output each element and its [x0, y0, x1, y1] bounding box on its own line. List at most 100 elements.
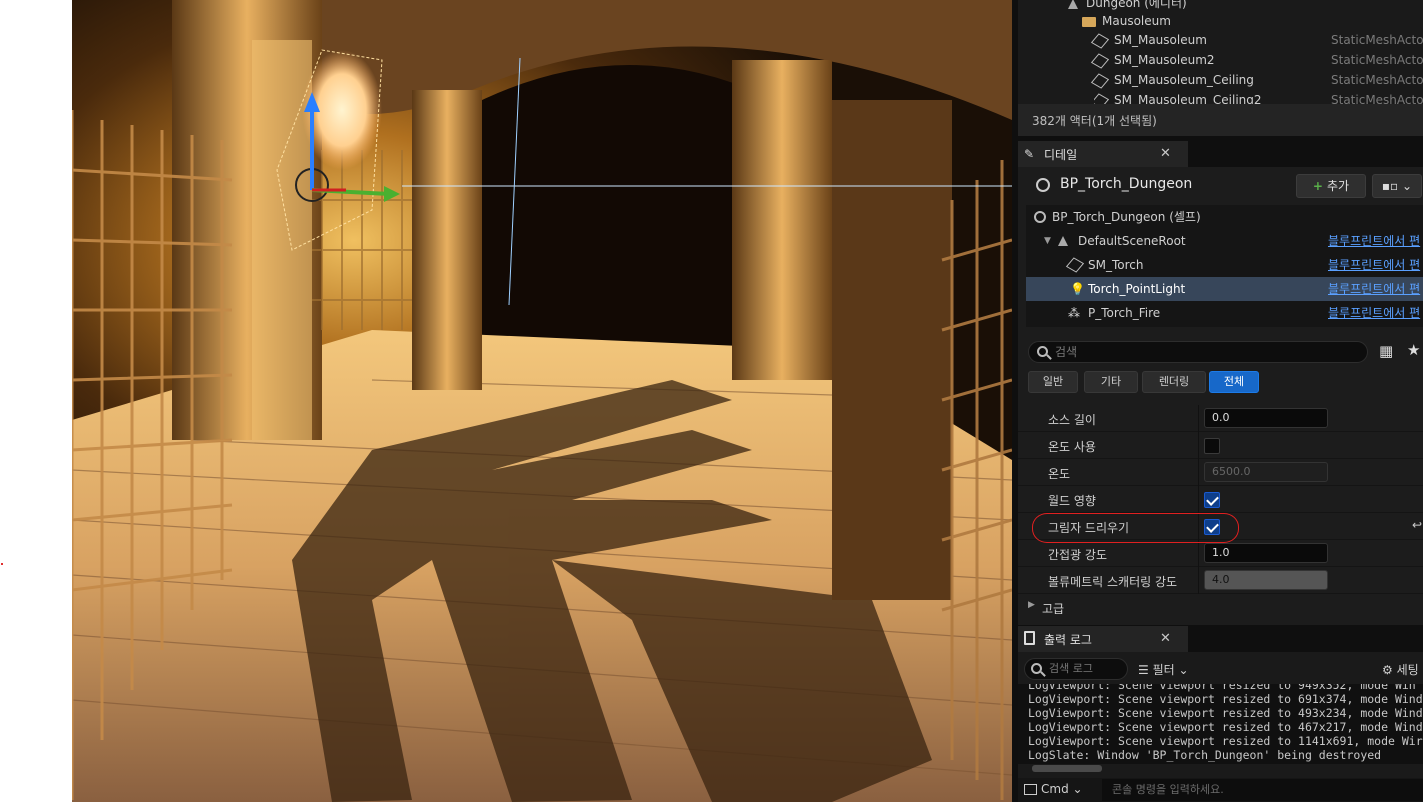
- chevron-down-icon: ⌄: [1178, 663, 1189, 677]
- edit-in-blueprint-link[interactable]: 블루프린트에서 편: [1328, 301, 1420, 325]
- close-icon[interactable]: ✕: [1160, 146, 1171, 161]
- log-icon: [1024, 631, 1035, 645]
- component-row[interactable]: ▼ DefaultSceneRoot 블루프린트에서 편: [1026, 229, 1423, 253]
- object-name: BP_Torch_Dungeon: [1060, 176, 1193, 192]
- prop-volumetric-scattering: 볼류메트릭 스캐터링 강도 4.0: [1018, 567, 1423, 594]
- level-viewport[interactable]: [72, 0, 1012, 802]
- outliner-name: Dungeon (에디터): [1086, 0, 1187, 10]
- hierarchy-icon: ▪▫: [1381, 179, 1399, 193]
- prop-label: 볼류메트릭 스캐터링 강도: [1048, 575, 1178, 589]
- details-panel: BP_Torch_Dungeon + 추가 ▪▫ ⌄ BP_Torch_Dunge…: [1018, 167, 1423, 625]
- filter-icon: ☰: [1138, 663, 1149, 677]
- editor-side-panel: Dungeon (에디터) Mausoleum SM_Mausoleum Sta…: [1012, 0, 1423, 802]
- search-icon: [1037, 346, 1048, 357]
- prop-label: 온도: [1048, 467, 1071, 481]
- filter-tab-misc[interactable]: 기타: [1084, 371, 1138, 393]
- prop-label: 고급: [1042, 602, 1065, 616]
- add-component-button[interactable]: + 추가: [1296, 174, 1366, 198]
- outliner-row[interactable]: SM_Mausoleum StaticMeshActo: [1090, 30, 1423, 50]
- plus-icon: +: [1312, 179, 1323, 193]
- divider: [1198, 486, 1199, 513]
- prop-affects-world: 월드 영향: [1018, 486, 1423, 513]
- scene-root-icon: [1058, 236, 1068, 246]
- divider: [1198, 405, 1199, 432]
- outliner-name: Mausoleum: [1102, 14, 1171, 28]
- tab-output-log[interactable]: 출력 로그 ✕: [1018, 626, 1188, 652]
- affects-world-checkbox[interactable]: [1204, 492, 1220, 508]
- indirect-intensity-field[interactable]: 1.0: [1204, 543, 1328, 563]
- annotation-dot: [1, 563, 3, 565]
- chevron-down-icon: ⌄: [1072, 782, 1083, 796]
- log-line: LogViewport: Scene viewport resized to 1…: [1028, 734, 1423, 748]
- edit-in-blueprint-link[interactable]: 블루프린트에서 편: [1328, 229, 1420, 253]
- use-temperature-checkbox[interactable]: [1204, 438, 1220, 454]
- outliner-type: StaticMeshActo: [1331, 93, 1423, 104]
- log-filter-button[interactable]: ☰ 필터 ⌄: [1138, 661, 1189, 678]
- filter-tab-rendering[interactable]: 렌더링: [1142, 371, 1206, 393]
- edit-in-blueprint-link[interactable]: 블루프린트에서 편: [1328, 253, 1420, 277]
- filter-tab-all[interactable]: 전체: [1209, 371, 1259, 393]
- property-list: 소스 길이 0.0 온도 사용 온도 6500.0 월드 영향 그림자 드리우기: [1018, 399, 1423, 625]
- log-lines[interactable]: LogViewport: Scene viewport resized to 9…: [1018, 684, 1423, 764]
- horizontal-scrollbar[interactable]: [1032, 765, 1102, 772]
- component-name: DefaultSceneRoot: [1078, 234, 1186, 248]
- component-tree: BP_Torch_Dungeon (셀프) ▼ DefaultSceneRoot…: [1026, 205, 1423, 327]
- prop-advanced[interactable]: ▶ 고급: [1018, 594, 1423, 621]
- star-icon[interactable]: ★: [1407, 341, 1420, 359]
- actor-count: 382개 액터(1개 선택됨): [1018, 104, 1423, 136]
- console-input[interactable]: 콘솔 명령을 입력하세요.: [1102, 779, 1423, 801]
- prop-label: 소스 길이: [1048, 413, 1096, 427]
- log-line: LogViewport: Scene viewport resized to 4…: [1028, 720, 1423, 734]
- tab-output-log-label: 출력 로그: [1044, 633, 1092, 647]
- component-row-selected[interactable]: 💡 Torch_PointLight 블루프린트에서 편: [1026, 277, 1423, 301]
- log-line: LogSlate: Window 'BP_Torch_Dungeon' bein…: [1028, 748, 1382, 762]
- chevron-right-icon: ▶: [1028, 600, 1035, 610]
- outliner-row[interactable]: SM_Mausoleum_Ceiling StaticMeshActo: [1090, 70, 1423, 90]
- outliner-name: SM_Mausoleum: [1114, 33, 1207, 47]
- tab-details[interactable]: ✎ 디테일 ✕: [1018, 141, 1188, 167]
- search-placeholder: 검색: [1055, 345, 1078, 359]
- log-line: LogViewport: Scene viewport resized to 4…: [1028, 706, 1423, 720]
- light-bulb-icon: 💡: [1070, 282, 1085, 296]
- component-row[interactable]: ⁂ P_Torch_Fire 블루프린트에서 편: [1026, 301, 1423, 325]
- log-settings-button[interactable]: ⚙ 세팅: [1382, 661, 1419, 678]
- settings-label: 세팅: [1396, 663, 1419, 677]
- component-row[interactable]: SM_Torch 블루프린트에서 편: [1026, 253, 1423, 277]
- outliner-row[interactable]: SM_Mausoleum2 StaticMeshActo: [1090, 50, 1423, 70]
- blueprint-options-button[interactable]: ▪▫ ⌄: [1372, 174, 1422, 198]
- outliner-name: SM_Mausoleum2: [1114, 53, 1215, 67]
- component-name: Torch_PointLight: [1088, 282, 1186, 296]
- outliner-row[interactable]: SM_Mausoleum_Ceiling2 StaticMeshActo: [1094, 90, 1423, 104]
- prop-label: 월드 영향: [1048, 494, 1096, 508]
- close-icon[interactable]: ✕: [1160, 631, 1171, 646]
- volumetric-scattering-field[interactable]: 4.0: [1204, 570, 1328, 590]
- world-outliner: Dungeon (에디터) Mausoleum SM_Mausoleum Sta…: [1018, 0, 1423, 104]
- prop-label: 온도 사용: [1048, 440, 1096, 454]
- edit-in-blueprint-link[interactable]: 블루프린트에서 편: [1328, 277, 1420, 301]
- log-search-input[interactable]: 검색 로그: [1024, 658, 1128, 680]
- outliner-row-folder[interactable]: Mausoleum: [1082, 11, 1171, 31]
- output-log-panel: 검색 로그 ☰ 필터 ⌄ ⚙ 세팅 LogViewport: Scene vie…: [1018, 652, 1423, 802]
- cmd-button[interactable]: Cmd ⌄: [1024, 782, 1083, 796]
- actor-icon: [1036, 178, 1050, 192]
- folder-icon: [1082, 16, 1096, 27]
- component-row[interactable]: BP_Torch_Dungeon (셀프): [1026, 205, 1423, 229]
- source-length-field[interactable]: 0.0: [1204, 408, 1328, 428]
- level-icon: [1068, 0, 1078, 9]
- divider: [1198, 540, 1199, 567]
- reset-arrow-icon[interactable]: ↩: [1412, 518, 1422, 532]
- divider: [1198, 432, 1199, 459]
- dungeon-scene-render: [72, 0, 1012, 802]
- pencil-icon: ✎: [1024, 147, 1035, 161]
- details-search-input[interactable]: 검색: [1028, 341, 1368, 363]
- static-mesh-icon: [1090, 32, 1110, 49]
- divider: [1198, 459, 1199, 486]
- log-line: LogViewport: Scene viewport resized to 6…: [1028, 692, 1423, 706]
- filter-tab-general[interactable]: 일반: [1028, 371, 1078, 393]
- search-placeholder: 검색 로그: [1049, 662, 1093, 675]
- temperature-field[interactable]: 6500.0: [1204, 462, 1328, 482]
- prop-label: 간접광 강도: [1048, 548, 1108, 562]
- table-view-icon[interactable]: ▦: [1379, 342, 1393, 360]
- static-mesh-icon: [1090, 52, 1110, 69]
- prop-source-length: 소스 길이 0.0: [1018, 405, 1423, 432]
